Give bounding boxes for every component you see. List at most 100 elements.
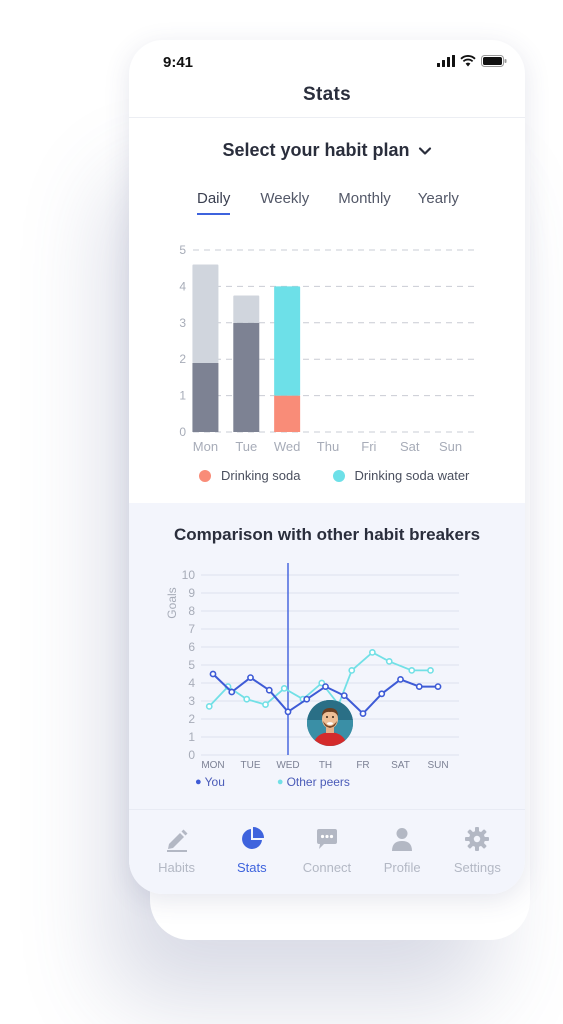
x-tick-label: Mon xyxy=(193,439,218,454)
peers-point xyxy=(280,685,288,692)
peers-point xyxy=(368,649,376,656)
y-tick-label: 1 xyxy=(188,730,195,744)
legend-other-peers-label: Other peers xyxy=(286,775,350,789)
you-point xyxy=(209,670,217,678)
battery-icon xyxy=(481,55,507,67)
legend-drinking-soda: Drinking soda xyxy=(199,468,301,483)
y-tick-label: 3 xyxy=(179,316,186,330)
avatar[interactable] xyxy=(307,700,353,746)
legend-you: ● You xyxy=(195,775,225,789)
peers-point xyxy=(262,701,269,708)
peers-point xyxy=(427,667,434,674)
tab-bar-label-stats: Stats xyxy=(236,860,267,875)
x-tick-label: TH xyxy=(319,760,332,771)
tab-bar-label-connect: Connect xyxy=(302,860,352,875)
you-point xyxy=(415,683,423,690)
bar-segment-soda-water xyxy=(274,286,301,396)
tab-bar-habits[interactable]: Habits xyxy=(141,810,213,894)
x-tick-label: SUN xyxy=(427,760,448,771)
peers-point xyxy=(385,658,393,665)
person-icon xyxy=(392,828,413,851)
x-tick-label: Sat xyxy=(400,439,420,454)
x-tick-label: SAT xyxy=(391,760,410,771)
x-tick-label: MON xyxy=(201,760,224,771)
you-dot: ● xyxy=(195,776,202,788)
pencil-icon xyxy=(166,829,188,852)
peers-point xyxy=(408,667,416,674)
comparison-title: Comparison with other habit breakers xyxy=(173,525,481,544)
tab-bar-stats[interactable]: Stats xyxy=(216,810,288,894)
y-tick-label: 0 xyxy=(179,425,186,439)
x-tick-label: Sun xyxy=(439,439,462,454)
peers-point xyxy=(348,667,356,674)
phone-frame: 9:41 Stats Select your habit plan Daily … xyxy=(129,40,525,894)
daily-bar-chart: 0 1 2 3 4 5 Mon Tue Wed Thu Fri Sat Sun xyxy=(179,243,479,454)
legend-drinking-soda-water: Drinking soda water xyxy=(332,468,469,483)
drinking-soda-dot xyxy=(199,469,211,482)
you-point xyxy=(322,683,329,690)
y-axis-label: Goals xyxy=(165,587,179,618)
you-point xyxy=(434,683,442,690)
y-tick-label: 6 xyxy=(188,640,195,654)
tab-yearly[interactable]: Yearly xyxy=(418,190,459,215)
signal-icon xyxy=(437,55,455,67)
bar-segment-soda xyxy=(274,395,301,432)
you-point xyxy=(228,688,236,696)
habit-plan-selector[interactable]: Select your habit plan xyxy=(129,140,525,161)
comparison-line-chart: 0 1 2 3 4 5 6 7 8 9 10Goals MON TUE WED TH FR SAT SUN xyxy=(165,563,459,771)
you-point xyxy=(247,674,254,681)
drinking-soda-water-dot xyxy=(332,469,345,482)
bar-segment-soda-water xyxy=(233,295,260,323)
tab-bar-label-habits: Habits xyxy=(158,860,196,875)
x-tick-label: Wed xyxy=(274,439,301,454)
tab-daily[interactable]: Daily xyxy=(197,190,231,215)
x-tick-label: Thu xyxy=(317,439,339,454)
y-tick-label: 1 xyxy=(179,389,186,403)
y-tick-label: 3 xyxy=(188,694,195,708)
legend-you-label: You xyxy=(204,775,225,789)
y-tick-label: 2 xyxy=(179,352,186,366)
you-point xyxy=(340,692,348,699)
you-point xyxy=(284,708,292,716)
tab-bar-profile[interactable]: Profile xyxy=(366,810,438,894)
tab-weekly[interactable]: Weekly xyxy=(260,190,309,215)
wifi-icon xyxy=(460,55,476,67)
y-tick-label: 5 xyxy=(188,658,195,672)
y-tick-label: 9 xyxy=(188,586,195,600)
period-tabs: Daily Weekly Monthly Yearly xyxy=(197,190,459,215)
you-point xyxy=(303,695,311,703)
comparison-section: Comparison with other habit breakers 0 1 2… xyxy=(129,503,525,809)
you-point xyxy=(265,686,273,694)
y-tick-label: 5 xyxy=(179,243,186,257)
gear-icon xyxy=(465,827,490,851)
chat-icon xyxy=(316,829,337,849)
bottom-tab-bar: Habits Stats Connect Profile Settings xyxy=(129,809,525,894)
y-tick-label: 4 xyxy=(188,676,195,690)
status-time: 9:41 xyxy=(163,54,194,71)
legend-other-peers: ● Other peers xyxy=(277,775,350,789)
tab-bar-label-settings: Settings xyxy=(453,860,501,875)
y-tick-label: 0 xyxy=(188,748,195,762)
x-tick-label: FR xyxy=(356,760,369,771)
tab-monthly[interactable]: Monthly xyxy=(338,190,391,215)
status-bar: 9:41 xyxy=(129,40,525,84)
page-title: Stats xyxy=(303,84,351,105)
status-icons xyxy=(437,55,507,67)
you-point xyxy=(378,690,386,698)
y-tick-label: 4 xyxy=(179,279,186,293)
bar-segment-soda-water xyxy=(192,264,219,363)
habit-plan-label: Select your habit plan xyxy=(222,140,410,160)
y-tick-label: 2 xyxy=(188,712,195,726)
tab-bar-label-profile: Profile xyxy=(383,860,421,875)
nav-header: Stats xyxy=(129,80,525,118)
x-tick-label: TUE xyxy=(241,760,261,771)
peers-dot: ● xyxy=(276,776,284,788)
x-tick-label: Tue xyxy=(235,439,257,454)
peers-point xyxy=(243,695,251,703)
tab-bar-connect[interactable]: Connect xyxy=(291,810,363,894)
line-chart-legend: ● You ● Other peers xyxy=(195,775,350,789)
you-point xyxy=(359,710,367,717)
bar-segment-soda xyxy=(192,362,219,432)
x-tick-label: WED xyxy=(276,760,299,771)
tab-bar-settings[interactable]: Settings xyxy=(441,810,513,894)
